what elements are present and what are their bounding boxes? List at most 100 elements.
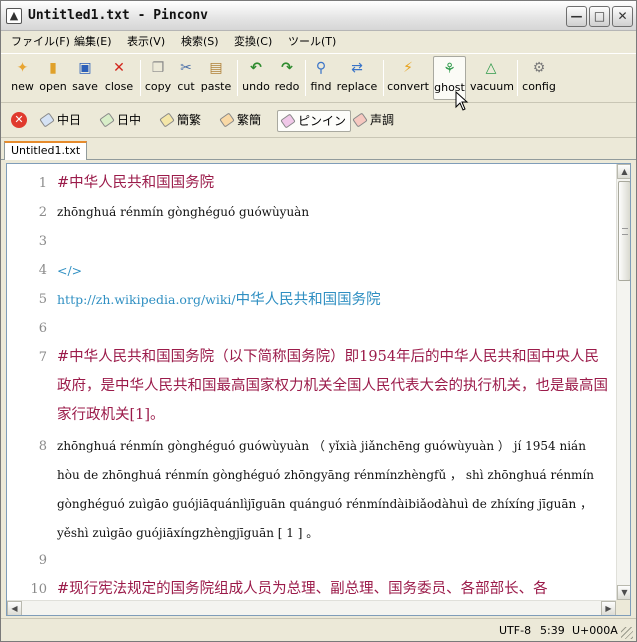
line-number: 7	[38, 350, 47, 365]
editor-line-8: zhōnghuá rénmín gònghéguó guówùyuàn （ yǐ…	[57, 439, 595, 540]
mode-traditional-simplified[interactable]: 繁簡	[217, 110, 265, 132]
line-number: 6	[38, 321, 47, 336]
gear-icon: ⚙	[532, 60, 546, 76]
tab-untitled1[interactable]: Untitled1.txt	[4, 141, 88, 160]
toolbar-separator	[383, 60, 384, 96]
app-icon: ▲	[6, 8, 22, 24]
toolbar-separator	[237, 60, 238, 96]
undo-arrow-icon: ↶	[250, 60, 262, 76]
mode-pinyin[interactable]: ピンイン	[277, 110, 352, 132]
cursor-position: 5:39	[540, 624, 565, 637]
redo-button[interactable]: ↷ redo	[273, 56, 301, 100]
toolbar-separator	[305, 60, 306, 96]
close-mode-bar-icon[interactable]: ✕	[11, 112, 27, 128]
menu-convert[interactable]: 変換(C)	[234, 33, 272, 49]
editor-line-2: zhōnghuá rénmín gònghéguó guówùyuàn	[57, 205, 310, 219]
new-button[interactable]: ✦ new	[9, 56, 36, 100]
line-number: 2	[38, 205, 47, 220]
vacuum-icon: △	[485, 60, 497, 76]
vertical-scroll-thumb[interactable]	[618, 181, 630, 281]
mode-simplified-traditional[interactable]: 簡繁	[157, 110, 205, 132]
resize-grip-icon[interactable]	[621, 627, 633, 639]
floppy-icon: ▣	[78, 60, 92, 76]
folder-icon: ▮	[49, 60, 57, 76]
menu-edit[interactable]: 編集(E)	[74, 33, 112, 49]
line-number: 5	[38, 292, 47, 307]
toolbar-separator	[517, 60, 518, 96]
horizontal-scrollbar[interactable]: ◀ ▶	[7, 600, 616, 615]
title-bar: ▲ Untitled1.txt - Pinconv — □ ✕	[1, 1, 636, 31]
convert-button[interactable]: ⚡ convert	[387, 56, 429, 100]
close-window-button[interactable]: ✕	[612, 6, 633, 27]
new-file-icon: ✦	[16, 60, 29, 76]
config-button[interactable]: ⚙ config	[521, 56, 557, 100]
line-number: 8	[38, 439, 47, 454]
window-title: Untitled1.txt - Pinconv	[28, 8, 209, 23]
find-button[interactable]: ⚲ find	[309, 56, 333, 100]
magnifier-icon: ⚲	[315, 60, 327, 76]
paste-button[interactable]: ▤ paste	[200, 56, 232, 100]
line-number: 10	[30, 582, 47, 597]
grip-icon	[622, 228, 628, 235]
replace-icon: ⇄	[351, 60, 363, 76]
save-button[interactable]: ▣ save	[71, 56, 99, 100]
menu-view[interactable]: 表示(V)	[127, 33, 165, 49]
copy-icon: ❐	[151, 60, 165, 76]
menu-bar: ファイル(F) 編集(E) 表示(V) 検索(S) 変換(C) ツール(T)	[1, 31, 636, 51]
wiki-title[interactable]: 中华人民共和国国务院	[236, 292, 381, 308]
scissors-icon: ✂	[180, 60, 192, 76]
vertical-scrollbar[interactable]: ▲ ▼	[616, 164, 630, 600]
editor-line-7: #中华人民共和国国务院（以下简称国务院）即1954年后的中华人民共和国中央人民政…	[57, 349, 608, 423]
tag-icon	[39, 112, 55, 128]
minimize-button[interactable]: —	[566, 6, 587, 27]
toolbar: ✦ new ▮ open ▣ save ✕ close ❐ copy ✂ cut…	[1, 53, 636, 103]
mouse-cursor-icon	[455, 90, 469, 111]
tag-icon	[352, 112, 368, 128]
editor-line-5: http://zh.wikipedia.org/wiki/中华人民共和国国务院	[57, 285, 612, 315]
app-window: ▲ Untitled1.txt - Pinconv — □ ✕ ファイル(F) …	[0, 0, 637, 642]
tag-icon	[99, 112, 115, 128]
scroll-down-icon[interactable]: ▼	[617, 585, 630, 600]
scrollbar-corner	[616, 600, 630, 615]
mode-zh-ja[interactable]: 中日	[37, 110, 85, 132]
maximize-button[interactable]: □	[589, 6, 610, 27]
clipboard-icon: ▤	[209, 60, 223, 76]
redo-arrow-icon: ↷	[281, 60, 293, 76]
editor-line-1: #中华人民共和国国务院	[57, 175, 215, 191]
codepoint-status: U+000A	[572, 624, 618, 637]
line-number: 1	[38, 176, 47, 191]
text-editor[interactable]: 1 2 3 4 5 6 7 8 9 10 #中华人民共和国国务院 zhōnghu…	[6, 163, 631, 616]
document-tab-strip: Untitled1.txt	[1, 139, 636, 160]
editor-line-4: </>	[57, 263, 83, 278]
tag-icon	[280, 113, 296, 129]
mode-tone[interactable]: 声調	[350, 110, 398, 132]
toolbar-separator	[140, 60, 141, 96]
open-button[interactable]: ▮ open	[39, 56, 67, 100]
undo-button[interactable]: ↶ undo	[241, 56, 271, 100]
ghost-icon: ⚘	[443, 61, 456, 77]
close-button[interactable]: ✕ close	[103, 56, 135, 100]
line-number: 4	[38, 263, 47, 278]
line-number: 9	[38, 553, 47, 568]
line-number: 3	[38, 234, 47, 249]
vacuum-button[interactable]: △ vacuum	[470, 56, 514, 100]
encoding-status: UTF-8	[499, 624, 532, 637]
wiki-url[interactable]: http://zh.wikipedia.org/wiki/	[57, 292, 236, 307]
tag-icon	[159, 112, 175, 128]
menu-search[interactable]: 検索(S)	[181, 33, 219, 49]
scroll-left-icon[interactable]: ◀	[7, 601, 22, 615]
menu-file[interactable]: ファイル(F)	[11, 33, 70, 49]
close-x-icon: ✕	[113, 60, 125, 76]
menu-tools[interactable]: ツール(T)	[288, 33, 336, 49]
cut-button[interactable]: ✂ cut	[175, 56, 197, 100]
scroll-up-icon[interactable]: ▲	[617, 164, 630, 179]
replace-button[interactable]: ⇄ replace	[336, 56, 378, 100]
status-bar: UTF-8 5:39 U+000A	[1, 618, 636, 641]
tag-icon	[219, 112, 235, 128]
line-number-gutter: 1 2 3 4 5 6 7 8 9 10	[7, 164, 53, 615]
scroll-right-icon[interactable]: ▶	[601, 601, 616, 615]
conversion-mode-bar: ✕ 中日 日中 簡繁 繁簡 ピンイン 声調	[1, 104, 636, 138]
lightning-icon: ⚡	[403, 60, 413, 76]
copy-button[interactable]: ❐ copy	[144, 56, 172, 100]
mode-ja-zh[interactable]: 日中	[97, 110, 145, 132]
